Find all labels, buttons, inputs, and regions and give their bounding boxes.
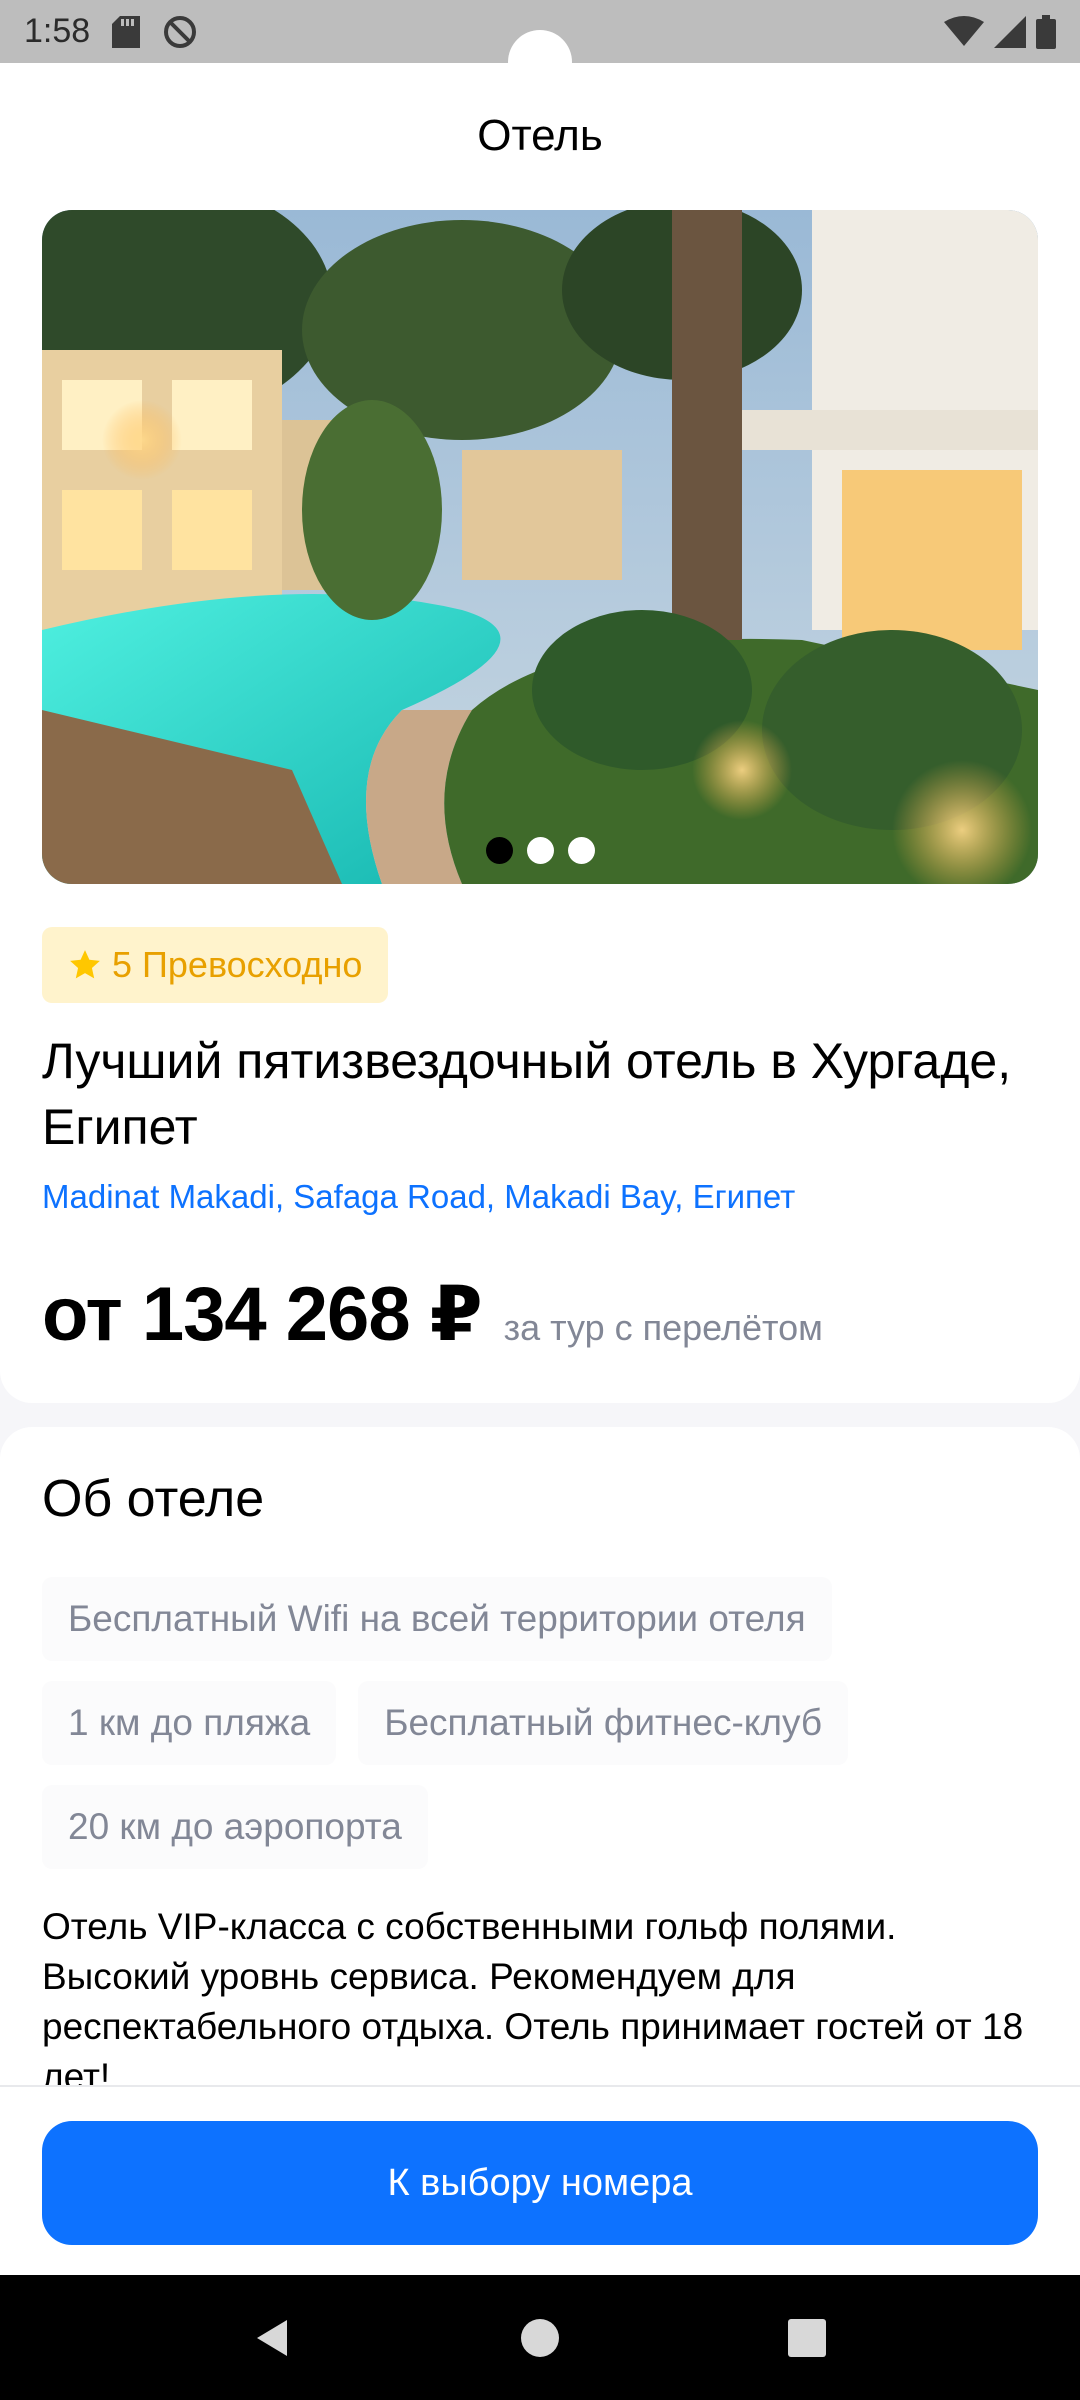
carousel-dot-1[interactable]: [485, 837, 513, 864]
star-icon: [70, 950, 100, 979]
amenity-tags: Бесплатный Wifi на всей территории отеля…: [42, 1577, 1042, 1869]
hotel-address-link[interactable]: Madinat Makadi, Safaga Road, Makadi Bay,…: [42, 1178, 795, 1216]
sd-card-icon: [112, 15, 141, 48]
rating-badge: 5 Превосходно: [42, 927, 389, 1003]
hotel-name: Лучший пятизвездочный отель в Хургаде, Е…: [42, 1033, 1012, 1155]
bottom-action-bar: К выбору номера: [0, 2085, 1080, 2275]
wifi-icon: [944, 15, 984, 46]
back-icon[interactable]: [251, 2316, 295, 2360]
hotel-card: Отель 5 Превосходно Лучший пятизвездочны…: [0, 63, 1080, 1403]
do-not-disturb-icon: [164, 15, 197, 48]
rating-text: 5 Превосходно: [112, 944, 363, 985]
amenity-tag: Бесплатный фитнес-клуб: [358, 1681, 849, 1765]
home-icon[interactable]: [518, 2316, 562, 2360]
carousel-dot-2[interactable]: [526, 837, 554, 864]
carousel-dot-3[interactable]: [567, 837, 595, 864]
amenity-tag: 1 км до пляжа: [42, 1681, 337, 1765]
status-time: 1:58: [24, 12, 91, 50]
hotel-photo-carousel[interactable]: [42, 210, 1038, 884]
choose-room-button[interactable]: К выбору номера: [42, 2121, 1038, 2245]
hotel-photo: [42, 210, 1038, 884]
amenity-tag: Бесплатный Wifi на всей территории отеля: [42, 1577, 832, 1661]
about-hotel-section: Об отеле Бесплатный Wifi на всей террито…: [0, 1427, 1080, 2087]
amenity-tag: 20 км до аэропорта: [42, 1785, 428, 1869]
page-title: Отель: [477, 111, 603, 160]
carousel-dots: [42, 837, 1038, 864]
about-title: Об отеле: [42, 1470, 265, 1528]
price: от 134 268 ₽: [42, 1272, 483, 1357]
system-nav-bar: [0, 2275, 1080, 2400]
price-note: за тур с перелётом: [503, 1307, 823, 1348]
cell-signal-icon: [994, 15, 1026, 48]
hotel-description: Отель VIP-класса с собственными гольф по…: [42, 1906, 1024, 2087]
battery-icon: [1036, 14, 1056, 49]
price-row: от 134 268 ₽ за тур с перелётом: [42, 1269, 823, 1358]
recents-icon[interactable]: [785, 2316, 829, 2360]
